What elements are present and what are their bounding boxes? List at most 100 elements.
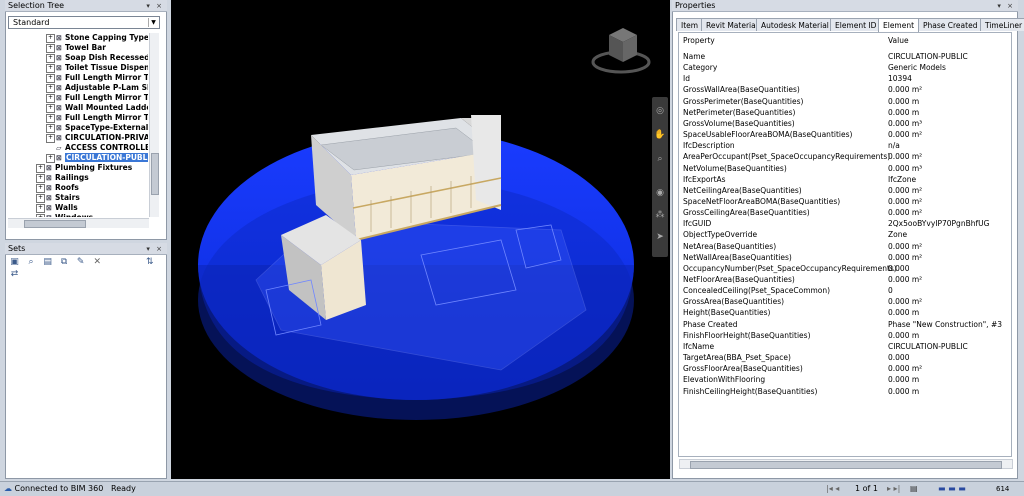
property-row[interactable]: GrossVolume(BaseQuantities) 0.000 m³ — [679, 118, 1011, 129]
expand-icon[interactable]: + — [46, 103, 55, 113]
scroll-thumb[interactable] — [24, 220, 86, 228]
expand-icon[interactable]: + — [36, 203, 45, 213]
steering-wheel-icon[interactable]: ◎ — [654, 105, 666, 117]
expand-icon[interactable]: + — [36, 213, 45, 217]
tab-autodesk-material[interactable]: Autodesk Material — [756, 18, 834, 31]
tree-item[interactable]: + ⊠ Plumbing Fixtures — [8, 163, 148, 173]
expand-icon[interactable]: + — [46, 93, 55, 103]
property-row[interactable]: SpaceNetFloorAreaBOMA(BaseQuantities) 0.0… — [679, 196, 1011, 207]
tree-item[interactable]: + ⊠ Roofs — [8, 183, 148, 193]
tree-item[interactable]: + ⊠ Railings — [8, 173, 148, 183]
import-export-icon[interactable]: ⇄ — [8, 268, 21, 280]
properties-title-bar[interactable]: Properties ▾ × — [672, 0, 1018, 12]
property-row[interactable]: ObjectTypeOverride Zone — [679, 229, 1011, 240]
first-page-icon[interactable]: |◂ ◂ — [826, 482, 839, 496]
property-row[interactable]: GrossCeilingArea(BaseQuantities) 0.000 m² — [679, 207, 1011, 218]
add-comment-icon[interactable]: ✎ — [74, 256, 87, 268]
expand-icon[interactable]: + — [46, 53, 55, 63]
next-page-icon[interactable]: ▸ ▸| — [887, 482, 900, 496]
expand-icon[interactable]: + — [46, 63, 55, 73]
expand-icon[interactable]: + — [46, 123, 55, 133]
pan-hand-icon[interactable]: ✋ — [654, 129, 666, 141]
tree-vertical-scrollbar[interactable] — [149, 33, 159, 217]
tab-element-id[interactable]: Element ID — [830, 18, 882, 31]
expand-icon[interactable]: + — [36, 183, 45, 193]
property-row[interactable]: GrossArea(BaseQuantities) 0.000 m² — [679, 296, 1011, 307]
tab-item[interactable]: Item — [676, 18, 704, 31]
tree-item[interactable]: +⊠Toilet Tissue Dispenser S — [8, 63, 148, 73]
expand-icon[interactable]: + — [46, 33, 55, 43]
property-row[interactable]: Height(BaseQuantities) 0.000 m — [679, 307, 1011, 318]
tree-item[interactable]: + ⊠ Soap Dish Recessed — [8, 53, 148, 63]
tree-item[interactable]: +⊠Full Length Mirror Type 0 — [8, 93, 148, 103]
property-row[interactable]: GrossFloorArea(BaseQuantities) 0.000 m² — [679, 363, 1011, 374]
property-row[interactable]: GrossPerimeter(BaseQuantities) 0.000 m — [679, 96, 1011, 107]
property-row[interactable]: ElevationWithFlooring 0.000 m — [679, 374, 1011, 385]
expand-icon[interactable]: + — [36, 163, 45, 173]
property-row[interactable]: SpaceUsableFloorAreaBOMA(BaseQuantities)… — [679, 129, 1011, 140]
expand-icon[interactable]: + — [46, 83, 55, 93]
tree-item[interactable]: +⊠Stone Capping Type 01 — [8, 33, 148, 43]
viewcube-icon[interactable] — [591, 28, 651, 74]
property-row[interactable]: NetFloorArea(BaseQuantities) 0.000 m² — [679, 274, 1011, 285]
expand-icon[interactable]: + — [46, 73, 55, 83]
tree-item[interactable]: +⊠CIRCULATION-PRIVATE — [8, 133, 148, 143]
tab-phase-created[interactable]: Phase Created — [918, 18, 983, 31]
property-row[interactable]: NetVolume(BaseQuantities) 0.000 m³ — [679, 163, 1011, 174]
tree-item[interactable]: + ⊠ Towel Bar — [8, 43, 148, 53]
property-row[interactable]: GrossWallArea(BaseQuantities) 0.000 m² — [679, 84, 1011, 95]
tree-item[interactable]: +⊠SpaceType-External Spa — [8, 123, 148, 133]
expand-icon[interactable]: + — [36, 193, 45, 203]
property-row[interactable]: Category Generic Models — [679, 62, 1011, 73]
save-search-icon[interactable]: ⌕ — [25, 256, 38, 268]
tree-item[interactable]: ▱ ACCESS CONTROLLED — [8, 143, 148, 153]
tree-item[interactable]: +⊠Adjustable P-Lam Shelve — [8, 83, 148, 93]
property-row[interactable]: ConcealedCeiling(Pset_SpaceCommon) 0 — [679, 285, 1011, 296]
new-folder-icon[interactable]: ▤ — [41, 256, 54, 268]
look-icon[interactable]: ⁂ — [654, 209, 666, 221]
delete-icon[interactable]: ✕ — [91, 256, 104, 268]
tree-item[interactable]: + ⊠ Wall Mounted Ladder — [8, 103, 148, 113]
zoom-icon[interactable]: ⌕ — [654, 153, 666, 165]
property-row[interactable]: IfcDescription n/a — [679, 140, 1011, 151]
tree-item[interactable]: +⊠Full Length Mirror Type 0 — [8, 113, 148, 123]
property-row[interactable]: AreaPerOccupant(Pset_SpaceOccupancyRequi… — [679, 151, 1011, 162]
sheet-browser-icon[interactable]: ▤ — [910, 482, 918, 496]
expand-icon[interactable]: + — [46, 153, 55, 163]
tree-item[interactable]: +⊠Full Length Mirror Type 0 — [8, 73, 148, 83]
property-row[interactable]: IfcExportAs IfcZone — [679, 174, 1011, 185]
property-row[interactable]: Phase Created Phase "New Construction", #… — [679, 319, 1011, 330]
orbit-icon[interactable]: ◉ — [654, 187, 666, 199]
panel-controls[interactable]: ▾ × — [997, 0, 1015, 12]
tree-item[interactable]: +⊠Windows — [8, 213, 148, 217]
expand-icon[interactable]: + — [46, 133, 55, 143]
property-row[interactable]: FinishFloorHeight(BaseQuantities) 0.000 m — [679, 330, 1011, 341]
tree-item[interactable]: + ⊠ Stairs — [8, 193, 148, 203]
tree-horizontal-scrollbar[interactable] — [8, 218, 149, 228]
tab-element[interactable]: Element — [878, 18, 920, 32]
3d-viewport[interactable] — [171, 0, 670, 479]
scroll-thumb[interactable] — [690, 461, 1002, 469]
sets-title-bar[interactable]: Sets ▾ × — [5, 243, 167, 255]
select-pointer-icon[interactable]: ➤ — [654, 231, 666, 243]
duplicate-icon[interactable]: ⧉ — [58, 256, 71, 268]
expand-icon[interactable]: + — [46, 113, 55, 123]
property-row[interactable]: IfcGUID 2Qx5ooBYvyIP70PgnBhfUG — [679, 218, 1011, 229]
scroll-thumb[interactable] — [151, 153, 159, 195]
panel-controls[interactable]: ▾ × — [146, 243, 164, 255]
chevron-down-icon[interactable]: ▼ — [148, 18, 158, 27]
property-row[interactable]: NetWallArea(BaseQuantities) 0.000 m² — [679, 252, 1011, 263]
property-row[interactable]: Id 10394 — [679, 73, 1011, 84]
property-row[interactable]: NetPerimeter(BaseQuantities) 0.000 m — [679, 107, 1011, 118]
expand-icon[interactable]: + — [36, 173, 45, 183]
properties-horizontal-scrollbar[interactable] — [679, 459, 1013, 469]
property-row[interactable]: Name CIRCULATION-PUBLIC — [679, 51, 1011, 62]
property-row[interactable]: TargetArea(BBA_Pset_Space) 0.000 — [679, 352, 1011, 363]
selection-tree-title-bar[interactable]: Selection Tree ▾ × — [5, 0, 167, 12]
tree-mode-dropdown[interactable]: Standard ▼ — [8, 16, 160, 29]
tree-item[interactable]: + ⊠ Walls — [8, 203, 148, 213]
tab-timeliner[interactable]: TimeLiner — [980, 18, 1024, 31]
property-row[interactable]: IfcName CIRCULATION-PUBLIC — [679, 341, 1011, 352]
property-row[interactable]: NetArea(BaseQuantities) 0.000 m² — [679, 241, 1011, 252]
sort-icon[interactable]: ⇅ — [143, 256, 156, 268]
